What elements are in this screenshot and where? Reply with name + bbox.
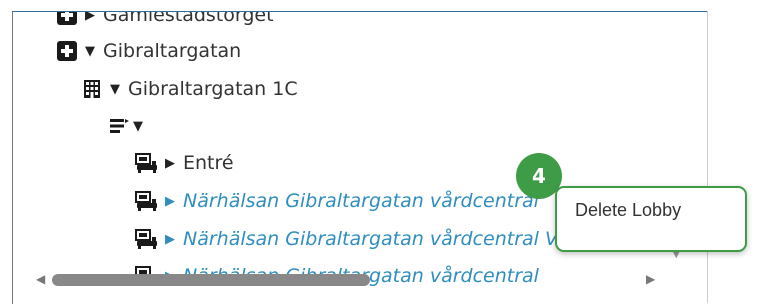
lobby-icon	[135, 229, 157, 249]
plus-square-icon[interactable]	[57, 41, 77, 61]
tree-item-label: Gibraltargatan 1C	[128, 78, 298, 100]
tree-item-narhalsan-vardcentral[interactable]: ▶ Närhälsan Gibraltargatan vårdcentral	[135, 186, 539, 216]
delete-lobby-menu-item[interactable]: Delete Lobby	[575, 200, 681, 221]
tree-item-label: Närhälsan Gibraltargatan vårdcentral	[183, 190, 539, 212]
caret-down-icon[interactable]: ▼	[108, 82, 122, 97]
lobby-icon	[135, 153, 157, 173]
tree-item-label: Gamlestadstorget	[103, 11, 274, 26]
tree-item-gibraltargatan[interactable]: ▼ Gibraltargatan	[57, 36, 241, 66]
plus-square-icon[interactable]	[57, 12, 77, 25]
tree-panel: ▶ Gamlestadstorget ▼ Gibraltargatan ▼ Gi…	[12, 11, 708, 304]
list-icon	[110, 119, 129, 133]
caret-right-icon[interactable]: ▶	[163, 194, 177, 209]
tree-item-gamlestadstorget[interactable]: ▶ Gamlestadstorget	[57, 11, 274, 30]
caret-right-icon[interactable]: ▶	[163, 156, 177, 171]
tree-item-label: Entré	[183, 152, 234, 174]
scroll-left-arrow-icon[interactable]: ◀	[36, 272, 45, 286]
tree-item-list-group[interactable]: ▼	[109, 111, 151, 141]
tree-item-gibraltargatan-1c[interactable]: ▼ Gibraltargatan 1C	[82, 74, 298, 104]
caret-right-icon[interactable]: ▶	[83, 12, 97, 23]
caret-down-icon[interactable]: ▼	[131, 119, 145, 134]
panel-divider	[707, 11, 708, 303]
lobby-icon	[135, 191, 157, 211]
scroll-right-arrow-icon[interactable]: ▶	[646, 272, 655, 286]
horizontal-scrollbar[interactable]: ◀ ▶	[12, 268, 707, 290]
building-icon	[84, 80, 100, 98]
tree-item-label: Gibraltargatan	[103, 40, 242, 62]
scrollbar-thumb[interactable]	[52, 274, 370, 286]
context-menu: Delete Lobby	[555, 186, 747, 252]
caret-down-icon[interactable]: ▼	[83, 44, 97, 59]
caret-right-icon[interactable]: ▶	[163, 232, 177, 247]
tree-item-entre[interactable]: ▶ Entré	[135, 148, 234, 178]
